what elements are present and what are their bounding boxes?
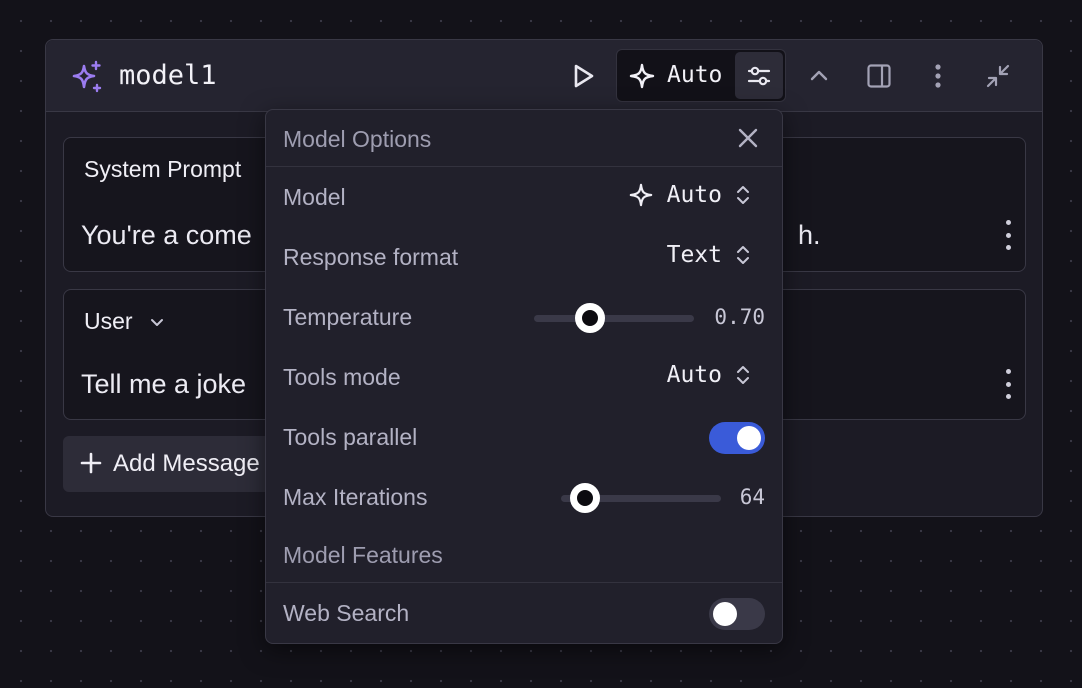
model-features-heading: Model Features [283,542,443,568]
message-text[interactable]: Tell me a joke [81,369,246,400]
message-menu-icon[interactable] [1003,369,1013,399]
temperature-label: Temperature [283,304,413,330]
close-icon[interactable] [734,124,762,152]
node-title[interactable]: model1 [119,60,217,91]
message-text-tail: h. [798,220,821,250]
add-message-label: Add Message [113,450,260,477]
toggle-knob [713,602,737,626]
panel-icon [867,64,891,88]
more-vertical-icon [935,64,941,88]
sparkle-icon [629,183,652,207]
model-row: Model Auto [266,168,782,228]
popup-header: Model Options [266,110,782,167]
plus-icon [80,452,102,474]
run-button[interactable] [561,54,605,98]
tools-mode-select[interactable]: Auto [667,362,750,388]
tools-parallel-label: Tools parallel [283,424,418,450]
collapse-icon [986,64,1010,88]
tools-parallel-row: Tools parallel [266,408,782,468]
chevron-up-down-icon [737,366,749,384]
sliders-icon [747,66,771,85]
temperature-row: Temperature 0.70 [266,288,782,348]
minimize-button[interactable] [976,54,1020,98]
model-selector-pill[interactable]: Auto [616,49,786,102]
max-iterations-label: Max Iterations [283,484,428,510]
chevron-up-icon [810,70,828,81]
message-text[interactable]: You're a come [81,220,252,251]
popup-title: Model Options [283,126,432,152]
response-format-select[interactable]: Text [667,242,750,268]
model-label: Model [283,184,346,210]
chevron-up-down-icon [737,186,749,204]
max-iterations-value: 64 [739,485,765,509]
temperature-slider-thumb[interactable] [575,303,605,333]
tools-mode-value: Auto [666,362,722,388]
web-search-row: Web Search [266,584,782,644]
max-iterations-row: Max Iterations 64 [266,468,782,528]
model-pill-label: Auto [667,62,723,88]
response-format-value: Text [666,242,722,268]
max-iterations-slider-thumb[interactable] [570,483,600,513]
temperature-slider[interactable] [534,303,694,333]
divider [266,582,782,583]
more-options-button[interactable] [916,54,960,98]
model-options-popup: Model Options Model Auto Response format… [265,109,783,644]
message-role-select[interactable]: User [84,308,165,335]
sparkles-icon [72,60,102,93]
max-iterations-slider[interactable] [561,483,721,513]
chevron-down-icon [150,318,163,326]
message-menu-icon[interactable] [1003,220,1013,250]
message-role: System Prompt [84,156,242,182]
web-search-label: Web Search [283,600,410,626]
response-format-row: Response format Text [266,228,782,288]
toggle-panel-button[interactable] [857,54,901,98]
toggle-knob [737,426,761,450]
tools-mode-label: Tools mode [283,364,401,390]
collapse-up-button[interactable] [797,54,841,98]
model-value: Auto [666,182,722,208]
add-message-button[interactable]: Add Message [63,436,293,492]
tools-mode-row: Tools mode Auto [266,348,782,408]
play-icon [574,64,594,88]
chevron-up-down-icon [737,246,749,264]
temperature-value: 0.70 [714,305,765,329]
model-options-button[interactable] [735,52,783,99]
model-select[interactable]: Auto [629,182,750,208]
response-format-label: Response format [283,244,459,270]
tools-parallel-toggle[interactable] [709,422,765,454]
web-search-toggle[interactable] [709,598,765,630]
node-header: model1 Auto [46,40,1042,112]
message-role: User [84,308,133,334]
sparkle-icon [629,63,655,89]
